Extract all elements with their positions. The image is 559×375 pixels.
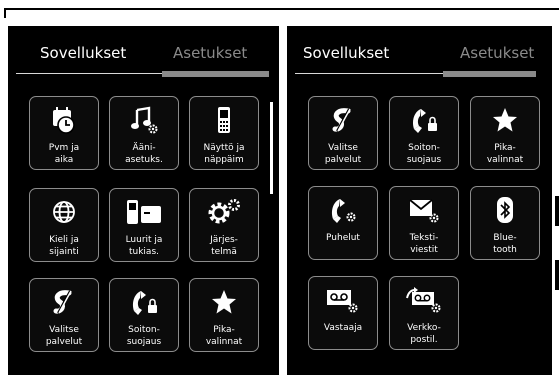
system-gears-icon: [190, 197, 258, 227]
tile-label: Näyttö ja näppäim: [203, 143, 245, 165]
frame-top-line: [4, 8, 559, 10]
tile-label: Blue- tooth: [493, 233, 517, 255]
tile-answering-machine[interactable]: Vastaaja: [308, 276, 378, 350]
network-mailbox-icon: [390, 285, 458, 315]
tile-calls[interactable]: Puhelut: [308, 186, 378, 260]
tile-label: Valitse palvelut: [45, 325, 83, 347]
tab-asetukset[interactable]: Asetukset: [173, 44, 247, 62]
tile-label: Soiton- suojaus: [406, 143, 442, 165]
handset-base-icon: [110, 197, 178, 227]
music-settings-icon: [110, 105, 178, 135]
tile-language-location[interactable]: Kieli ja sijainti: [29, 188, 99, 262]
tile-select-services[interactable]: Valitse palvelut: [308, 96, 378, 170]
tile-label: Ääni- asetuks.: [125, 143, 163, 165]
tile-text-messages[interactable]: Teksti- viestit: [389, 186, 459, 260]
tile-speed-dial[interactable]: Pika- valinnat: [470, 96, 540, 170]
envelope-settings-icon: [390, 195, 458, 225]
select-services-icon: [30, 287, 98, 317]
tab-asetukset[interactable]: Asetukset: [460, 44, 534, 62]
bluetooth-icon: [471, 195, 539, 225]
tab-sovellukset[interactable]: Sovellukset: [40, 44, 126, 62]
tile-date-time[interactable]: Pvm ja aika: [29, 96, 99, 170]
edge-mark: [555, 260, 559, 290]
tile-speed-dial[interactable]: Pika- valinnat: [189, 278, 259, 352]
tile-display-keypad[interactable]: Näyttö ja näppäim: [189, 96, 259, 170]
tile-label: Pvm ja aika: [48, 143, 80, 165]
tile-bluetooth[interactable]: Blue- tooth: [470, 186, 540, 260]
handset-display-icon: [190, 105, 258, 135]
scrollbar[interactable]: [270, 102, 273, 194]
tile-handsets-base[interactable]: Luurit ja tukias.: [109, 188, 179, 262]
tile-label: Järjes- telmä: [210, 235, 238, 257]
tab-underline-inactive: [162, 71, 269, 77]
star-icon: [471, 105, 539, 135]
tile-label: Teksti- viestit: [409, 233, 439, 255]
tile-label: Kieli ja sijainti: [49, 235, 79, 257]
tile-select-services[interactable]: Valitse palvelut: [29, 278, 99, 352]
left-screen: Sovellukset Asetukset Pvm ja aika Ääni- …: [8, 26, 279, 375]
tile-label: Valitse palvelut: [324, 143, 362, 165]
tile-call-protection[interactable]: Soiton- suojaus: [389, 96, 459, 170]
tile-sound-settings[interactable]: Ääni- asetuks.: [109, 96, 179, 170]
star-icon: [190, 287, 258, 317]
tile-system[interactable]: Järjes- telmä: [189, 188, 259, 262]
tile-label: Soiton- suojaus: [126, 325, 162, 347]
tab-sovellukset[interactable]: Sovellukset: [303, 44, 389, 62]
tile-network-mailbox[interactable]: Verkko- postil.: [389, 276, 459, 350]
call-protection-icon: [390, 105, 458, 135]
right-screen: Sovellukset Asetukset Valitse palvelut S…: [287, 26, 552, 375]
tab-underline-active: [295, 73, 443, 74]
phone-settings-icon: [309, 195, 377, 225]
select-services-icon: [309, 105, 377, 135]
tile-label: Puhelut: [326, 233, 360, 243]
tile-label: Pika- valinnat: [486, 143, 524, 165]
edge-mark: [555, 196, 559, 226]
call-protection-icon: [110, 287, 178, 317]
tile-call-protection[interactable]: Soiton- suojaus: [109, 278, 179, 352]
cursor-marker: [347, 362, 349, 375]
tile-label: Luurit ja tukias.: [125, 235, 163, 257]
calendar-clock-icon: [30, 105, 98, 135]
voicemail-settings-icon: [309, 285, 377, 315]
tile-label: Pika- valinnat: [205, 325, 243, 347]
globe-icon: [30, 197, 98, 227]
tile-label: Verkko- postil.: [407, 323, 441, 345]
tab-underline-active: [16, 73, 162, 74]
frame-left-line: [4, 8, 6, 18]
tab-underline-inactive: [443, 71, 536, 77]
tile-label: Vastaaja: [323, 323, 363, 333]
